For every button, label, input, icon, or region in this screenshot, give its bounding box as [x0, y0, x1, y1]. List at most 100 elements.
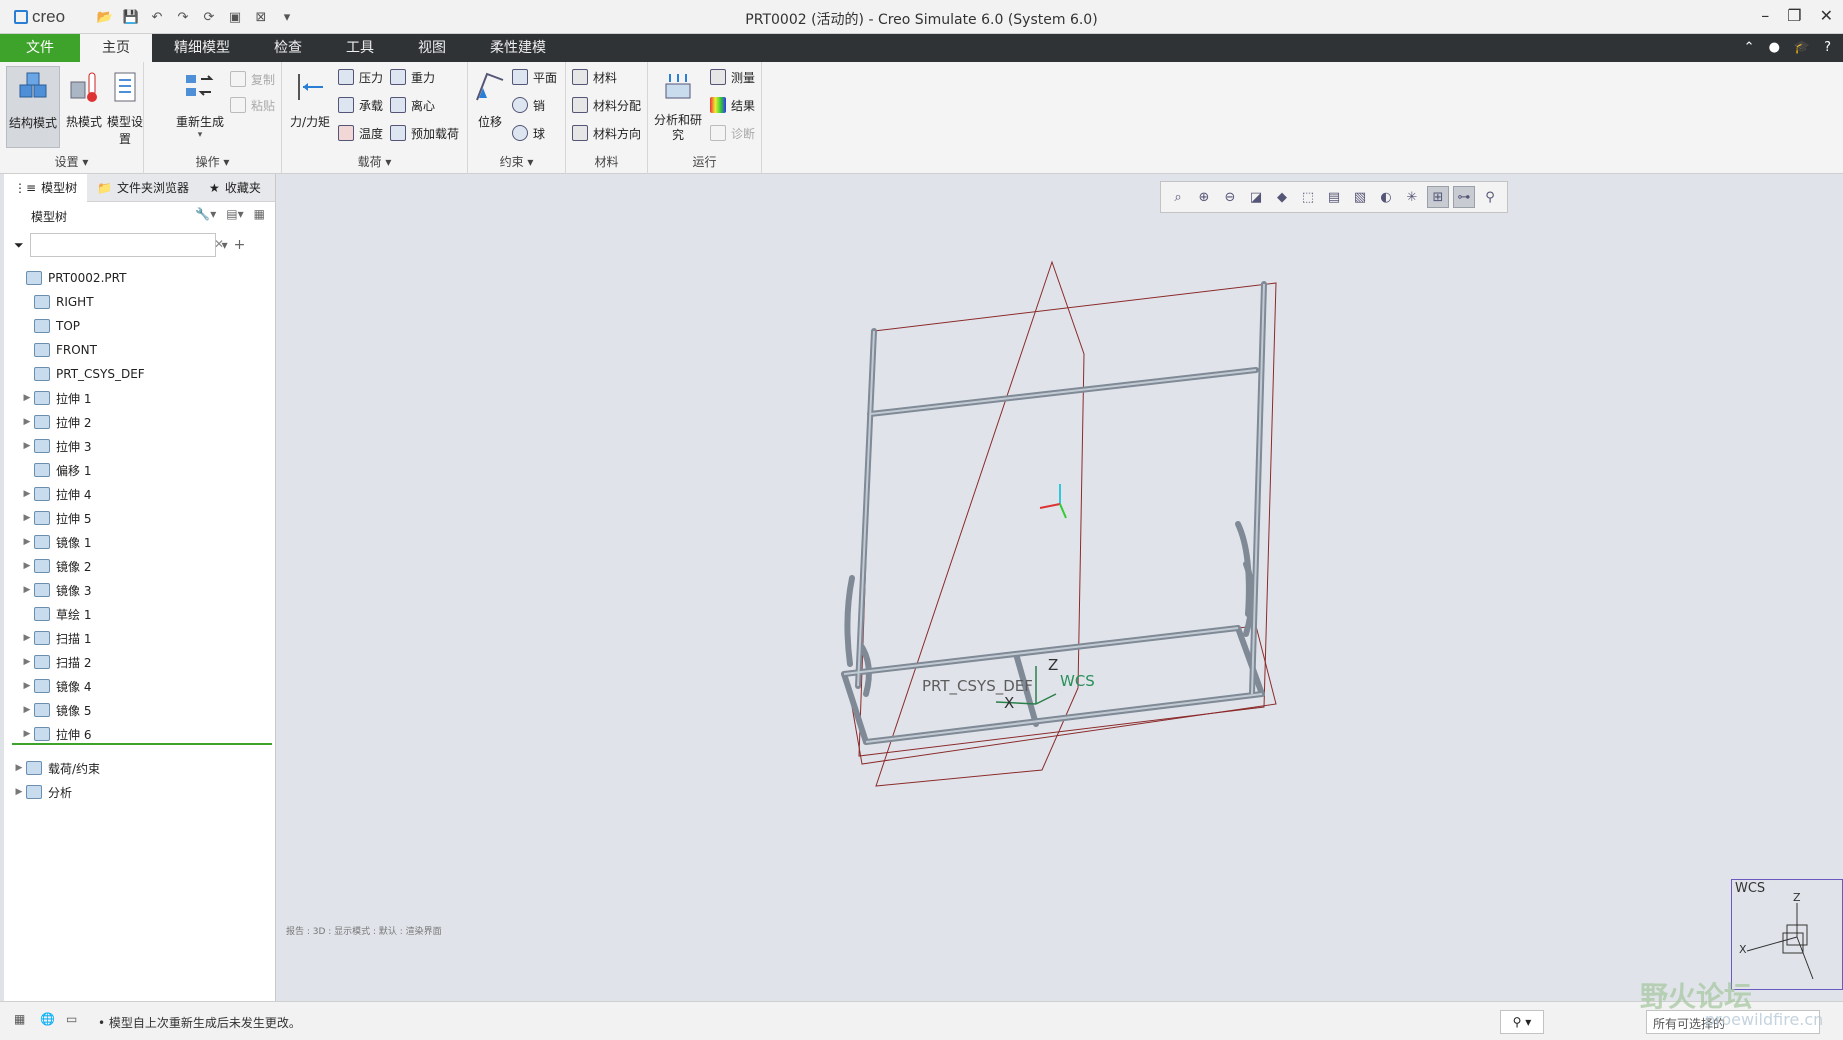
tab-inspect[interactable]: 检查 — [252, 34, 324, 62]
temperature-button[interactable]: 温度 — [338, 122, 383, 144]
measure-button[interactable]: 测量 — [710, 66, 755, 88]
pressure-button[interactable]: 压力 — [338, 66, 383, 88]
tree-item[interactable]: ▶ 扫描 2 — [4, 650, 274, 674]
tree-item[interactable]: ▶ 镜像 2 — [4, 554, 274, 578]
ball-button[interactable]: 球 — [512, 122, 545, 144]
graphics-window[interactable]: ⌕ ⊕ ⊖ ◪ ◆ ⬚ ▤ ▧ ◐ ✳ ⊞ ⊶ ⚲ PRT_CSYS_DEF W… — [276, 174, 1843, 1001]
filter-icon[interactable]: ⏷ — [14, 238, 24, 253]
plane-button[interactable]: 平面 — [512, 66, 557, 88]
tree-item[interactable]: ▶ 镜像 4 — [4, 674, 274, 698]
centrifugal-button[interactable]: 离心 — [390, 94, 435, 116]
tree-settings-icon[interactable]: 🔧▾ — [195, 207, 216, 221]
expand-arrow-icon[interactable]: ▶ — [12, 787, 26, 797]
diagnostics-button[interactable]: 诊断 — [710, 122, 755, 144]
find-button[interactable]: ⚲ ▾ — [1500, 1010, 1544, 1034]
fullscreen-icon[interactable]: ▭ — [66, 1012, 77, 1026]
analyses-studies-button[interactable]: 分析和研究 — [652, 66, 704, 148]
tab-view[interactable]: 视图 — [396, 34, 468, 62]
tab-refine-model[interactable]: 精细模型 — [152, 34, 252, 62]
bearing-button[interactable]: 承载 — [338, 94, 383, 116]
expand-arrow-icon[interactable]: ▶ — [20, 729, 34, 739]
expand-arrow-icon[interactable]: ▶ — [20, 489, 34, 499]
expand-arrow-icon[interactable]: ▶ — [20, 705, 34, 715]
force-moment-button[interactable]: 力/力矩 — [286, 66, 334, 148]
expand-arrow-icon[interactable]: ▶ — [12, 763, 26, 773]
tab-home[interactable]: 主页 — [80, 34, 152, 62]
model-setup-button[interactable]: 模型设置 — [106, 66, 144, 148]
tree-item[interactable]: ▶ 镜像 3 — [4, 578, 274, 602]
search-input[interactable] — [29, 233, 216, 257]
expand-arrow-icon[interactable]: ▶ — [20, 417, 34, 427]
tree-item[interactable]: ▶ 镜像 1 — [4, 530, 274, 554]
expand-arrow-icon[interactable]: ▶ — [20, 537, 34, 547]
thermal-mode-button[interactable]: 热模式 — [62, 66, 106, 148]
pin-button[interactable]: 销 — [512, 94, 545, 116]
learning-icon[interactable]: 🎓 — [1794, 40, 1810, 55]
notification-icon[interactable]: ● — [1769, 40, 1780, 55]
tree-item[interactable]: ▶ 载荷/约束 — [4, 756, 274, 780]
tree-item[interactable]: RIGHT — [4, 290, 274, 314]
windows-icon[interactable]: ▣ — [226, 8, 244, 26]
tree-item[interactable]: PRT_CSYS_DEF — [4, 362, 274, 386]
settings-group-label[interactable]: 设置 ▾ — [0, 153, 143, 170]
help-icon[interactable]: ? — [1824, 40, 1831, 55]
structural-mode-button[interactable]: 结构模式 — [6, 66, 60, 148]
tree-item[interactable]: ▶ 拉伸 1 — [4, 386, 274, 410]
material-button[interactable]: 材料 — [572, 66, 617, 88]
regenerate-button[interactable]: 重新生成 ▾ — [170, 66, 230, 148]
tree-item[interactable]: FRONT — [4, 338, 274, 362]
collapse-ribbon-icon[interactable]: ⌃ — [1744, 40, 1755, 55]
add-icon[interactable]: + — [234, 237, 246, 253]
results-button[interactable]: 结果 — [710, 94, 755, 116]
tree-filter-icon[interactable]: ▦ — [254, 207, 265, 221]
close-window-icon[interactable]: ⊠ — [252, 8, 270, 26]
preload-button[interactable]: 预加载荷 — [390, 122, 459, 144]
tree-item[interactable]: ▶ 拉伸 4 — [4, 482, 274, 506]
insert-here-divider[interactable] — [12, 743, 272, 745]
expand-arrow-icon[interactable]: ▶ — [20, 681, 34, 691]
expand-arrow-icon[interactable]: ▶ — [20, 441, 34, 451]
displacement-button[interactable]: 位移 — [470, 66, 510, 148]
toggle-navigator-icon[interactable]: ▦ — [14, 1012, 25, 1026]
show-icon[interactable]: ▤▾ — [226, 207, 243, 221]
redo-icon[interactable]: ↷ — [174, 8, 192, 26]
expand-arrow-icon[interactable]: ▶ — [20, 633, 34, 643]
loads-group-label[interactable]: 载荷 ▾ — [282, 153, 467, 170]
maximize-icon[interactable]: ❐ — [1787, 6, 1801, 25]
clear-search-icon[interactable]: ✕ — [214, 237, 224, 251]
undo-icon[interactable]: ↶ — [148, 8, 166, 26]
expand-arrow-icon[interactable]: ▶ — [20, 657, 34, 667]
tab-flexible-modeling[interactable]: 柔性建模 — [468, 34, 568, 62]
regenerate-icon[interactable]: ⟳ — [200, 8, 218, 26]
regenerate-dropdown-icon[interactable]: ▾ — [170, 130, 230, 140]
paste-button[interactable]: 粘贴 — [230, 94, 275, 116]
browser-icon[interactable]: 🌐 — [40, 1012, 55, 1026]
copy-button[interactable]: 复制 — [230, 68, 275, 90]
expand-arrow-icon[interactable]: ▶ — [20, 393, 34, 403]
expand-arrow-icon[interactable]: ▶ — [20, 561, 34, 571]
tab-file[interactable]: 文件 — [0, 34, 80, 62]
tree-item[interactable]: ▶ 分析 — [4, 780, 274, 804]
tab-favorites[interactable]: ★ 收藏夹 — [199, 174, 271, 202]
tree-item[interactable]: PRT0002.PRT — [4, 266, 274, 290]
tree-item[interactable]: ▶ 扫描 1 — [4, 626, 274, 650]
minimize-icon[interactable]: – — [1761, 6, 1769, 25]
tree-item[interactable]: 偏移 1 — [4, 458, 274, 482]
tab-folder-browser[interactable]: 📁 文件夹浏览器 — [87, 174, 199, 202]
close-icon[interactable]: ✕ — [1820, 6, 1833, 25]
expand-arrow-icon[interactable]: ▶ — [20, 585, 34, 595]
constraints-group-label[interactable]: 约束 ▾ — [468, 153, 565, 170]
customize-qat-icon[interactable]: ▾ — [278, 8, 296, 26]
gravity-button[interactable]: 重力 — [390, 66, 435, 88]
save-icon[interactable]: 💾 — [122, 8, 140, 26]
expand-arrow-icon[interactable]: ▶ — [20, 513, 34, 523]
tab-tools[interactable]: 工具 — [324, 34, 396, 62]
material-assignment-button[interactable]: 材料分配 — [572, 94, 641, 116]
material-orientation-button[interactable]: 材料方向 — [572, 122, 641, 144]
tree-item[interactable]: 草绘 1 — [4, 602, 274, 626]
operations-group-label[interactable]: 操作 ▾ — [144, 153, 281, 170]
tree-item[interactable]: ▶ 拉伸 3 — [4, 434, 274, 458]
tree-item[interactable]: ▶ 镜像 5 — [4, 698, 274, 722]
tree-item[interactable]: ▶ 拉伸 2 — [4, 410, 274, 434]
tree-item[interactable]: TOP — [4, 314, 274, 338]
